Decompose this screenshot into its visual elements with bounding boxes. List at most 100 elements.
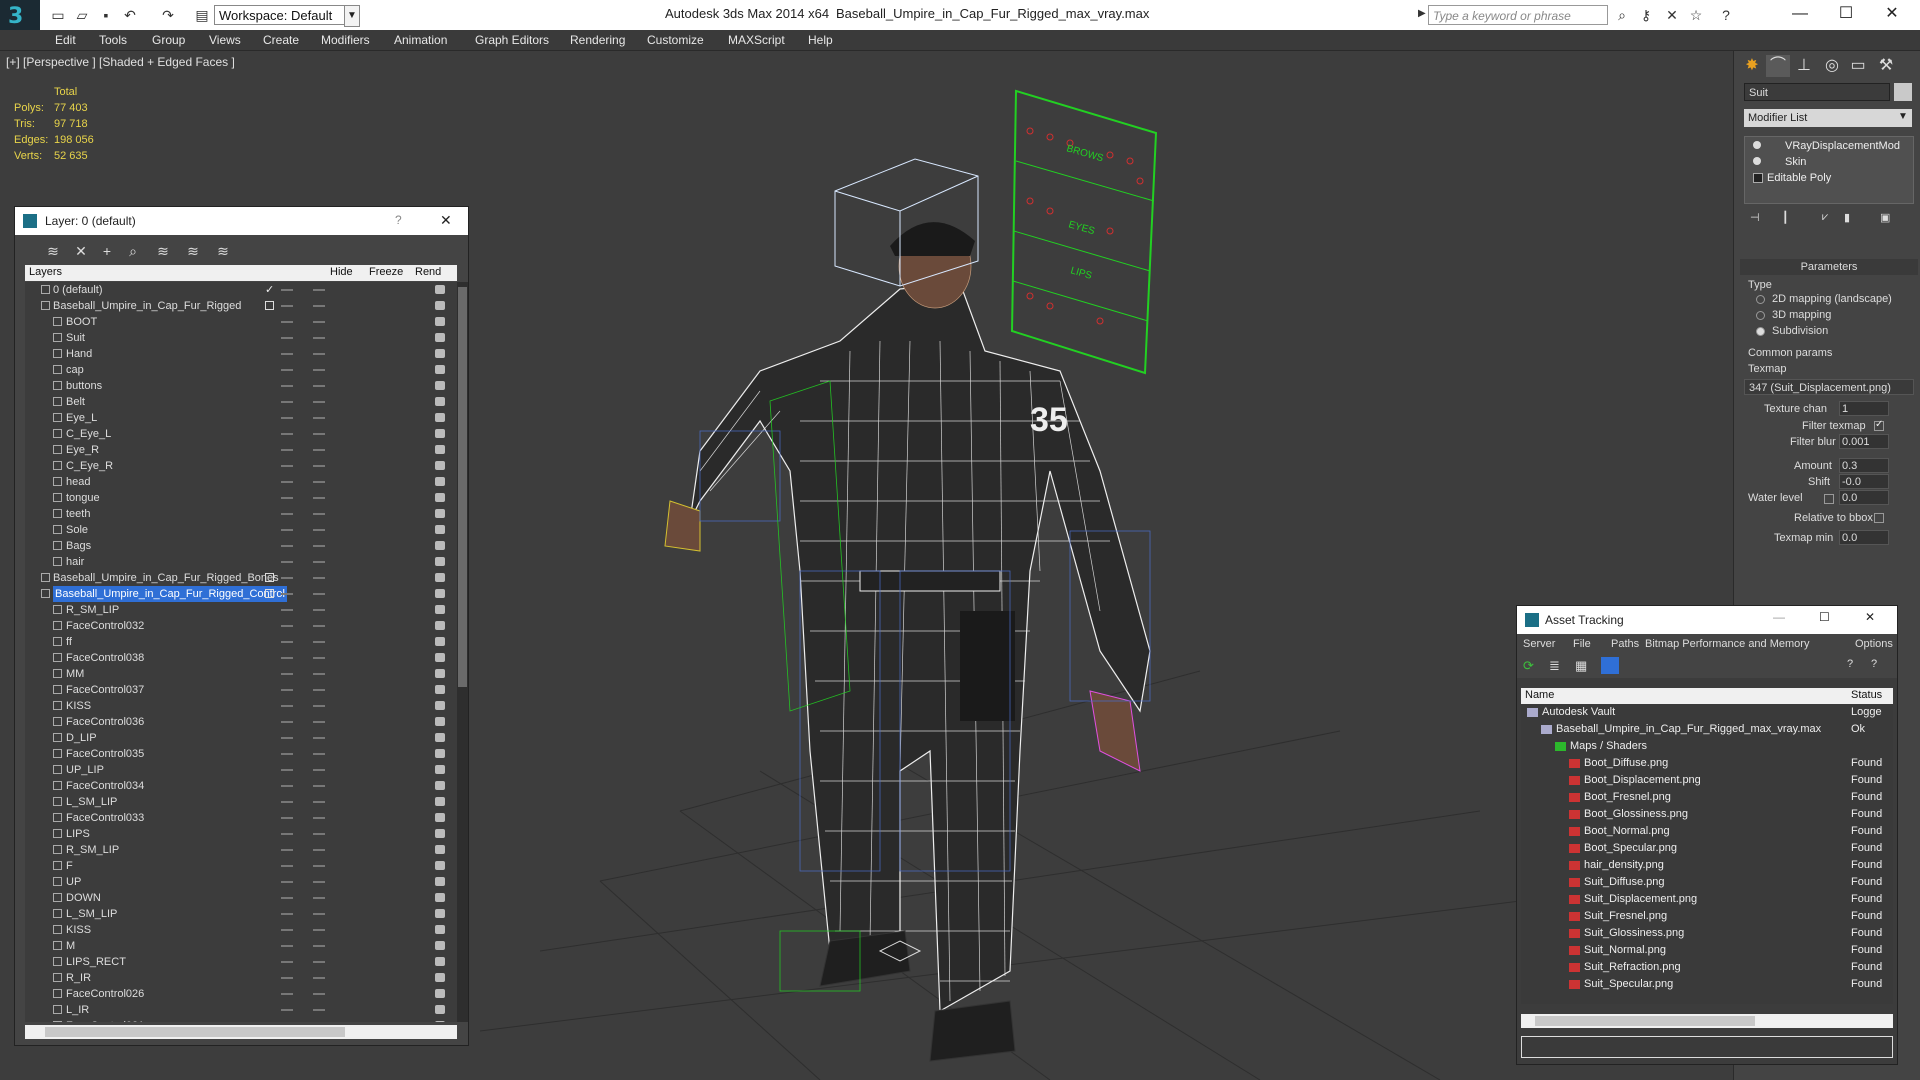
layer-explorer-window[interactable]: Layer: 0 (default) ? ✕ ≋ ✕ + ⌕ ≋ ≋ ≋ Lay…: [14, 206, 469, 1046]
layer-row[interactable]: UP: [25, 874, 445, 890]
render-teapot-icon[interactable]: [435, 541, 445, 550]
close-icon[interactable]: ✕: [1865, 610, 1875, 624]
layer-row[interactable]: FaceControl026: [25, 986, 445, 1002]
hide-toggle[interactable]: [281, 945, 293, 947]
water-level-spinner[interactable]: 0.0: [1839, 490, 1889, 505]
freeze-toggle[interactable]: [313, 977, 325, 979]
layer-row[interactable]: L_IR: [25, 1002, 445, 1018]
menu-group[interactable]: Group: [152, 33, 185, 47]
freeze-toggle[interactable]: [313, 833, 325, 835]
hide-toggle[interactable]: [281, 561, 293, 563]
binoculars-icon[interactable]: ⌕: [1614, 7, 1630, 23]
list-view-icon[interactable]: ≣: [1549, 658, 1560, 674]
layer-name[interactable]: BOOT: [66, 314, 97, 330]
asset-row[interactable]: Suit_Normal.png Found: [1521, 942, 1893, 959]
layer-name[interactable]: MM: [66, 666, 84, 682]
layer-name[interactable]: LIPS: [66, 826, 90, 842]
layer-row[interactable]: tongue: [25, 490, 445, 506]
layer-name[interactable]: M: [66, 938, 75, 954]
freeze-toggle[interactable]: [313, 305, 325, 307]
asset-row[interactable]: Suit_Fresnel.png Found: [1521, 908, 1893, 925]
menu-graph-editors[interactable]: Graph Editors: [475, 33, 549, 47]
menu-modifiers[interactable]: Modifiers: [321, 33, 370, 47]
layer-name[interactable]: 0 (default): [53, 282, 103, 298]
chevron-down-icon[interactable]: ▼: [1898, 111, 1908, 122]
freeze-toggle[interactable]: [313, 881, 325, 883]
hide-toggle[interactable]: [281, 817, 293, 819]
asset-row[interactable]: Autodesk Vault Logge: [1521, 704, 1893, 721]
remove-modifier-icon[interactable]: ▮: [1844, 211, 1850, 224]
layer-name[interactable]: hair: [66, 554, 84, 570]
menu-help[interactable]: Help: [808, 33, 833, 47]
help-icon[interactable]: ?: [1718, 7, 1734, 23]
minimize-icon[interactable]: —: [1780, 2, 1820, 26]
freeze-toggle[interactable]: [313, 641, 325, 643]
asset-row[interactable]: Boot_Diffuse.png Found: [1521, 755, 1893, 772]
minimize-icon[interactable]: —: [1773, 610, 1785, 624]
freeze-toggle[interactable]: [313, 961, 325, 963]
filter-texmap-checkbox[interactable]: ✓: [1874, 419, 1884, 431]
layer-name[interactable]: buttons: [66, 378, 102, 394]
asset-row[interactable]: hair_density.png Found: [1521, 857, 1893, 874]
layer-row[interactable]: Bags: [25, 538, 445, 554]
delete-layer-icon[interactable]: ✕: [71, 241, 91, 261]
layer-row[interactable]: FaceControl035: [25, 746, 445, 762]
layer-row[interactable]: buttons: [25, 378, 445, 394]
hide-toggle[interactable]: [281, 993, 293, 995]
hide-toggle[interactable]: [281, 769, 293, 771]
layer-name[interactable]: FaceControl037: [66, 682, 144, 698]
hide-toggle[interactable]: [281, 625, 293, 627]
asset-row[interactable]: Boot_Displacement.png Found: [1521, 772, 1893, 789]
help-context-icon[interactable]: ?: [1871, 658, 1877, 670]
render-teapot-icon[interactable]: [435, 301, 445, 310]
relative-bbox-checkbox[interactable]: [1874, 513, 1884, 523]
render-teapot-icon[interactable]: [435, 381, 445, 390]
lightbulb-icon[interactable]: [1753, 157, 1761, 165]
hide-toggle[interactable]: [281, 1009, 293, 1011]
freeze-toggle[interactable]: [313, 529, 325, 531]
layer-name[interactable]: FaceControl035: [66, 746, 144, 762]
freeze-toggle[interactable]: [313, 625, 325, 627]
freeze-toggle[interactable]: [313, 577, 325, 579]
freeze-toggle[interactable]: [313, 737, 325, 739]
freeze-toggle[interactable]: [313, 513, 325, 515]
hide-toggle[interactable]: [281, 545, 293, 547]
layer-name[interactable]: Belt: [66, 394, 85, 410]
parameters-rollout-header[interactable]: Parameters: [1740, 259, 1918, 275]
render-teapot-icon[interactable]: [435, 893, 445, 902]
render-teapot-icon[interactable]: [435, 621, 445, 630]
render-teapot-icon[interactable]: [435, 1005, 445, 1014]
render-teapot-icon[interactable]: [435, 1021, 445, 1022]
render-teapot-icon[interactable]: [435, 973, 445, 982]
make-unique-icon[interactable]: ⩗: [1822, 211, 1828, 224]
render-teapot-icon[interactable]: [435, 989, 445, 998]
layer-row[interactable]: R_IR: [25, 970, 445, 986]
freeze-toggle[interactable]: [313, 913, 325, 915]
freeze-toggle[interactable]: [313, 689, 325, 691]
hide-toggle[interactable]: [281, 705, 293, 707]
freeze-toggle[interactable]: [313, 321, 325, 323]
freeze-toggle[interactable]: [313, 897, 325, 899]
freeze-toggle[interactable]: [313, 433, 325, 435]
freeze-toggle[interactable]: [313, 657, 325, 659]
hide-toggle[interactable]: [281, 961, 293, 963]
hide-toggle[interactable]: [281, 913, 293, 915]
layer-row[interactable]: Eye_L: [25, 410, 445, 426]
render-teapot-icon[interactable]: [435, 733, 445, 742]
render-teapot-icon[interactable]: [435, 749, 445, 758]
layer-row[interactable]: R_SM_LIP: [25, 602, 445, 618]
render-teapot-icon[interactable]: [435, 397, 445, 406]
layer-row[interactable]: R_SM_LIP: [25, 842, 445, 858]
column-freeze[interactable]: Freeze: [369, 266, 403, 278]
layer-name[interactable]: R_SM_LIP: [66, 602, 119, 618]
freeze-toggle[interactable]: [313, 769, 325, 771]
hide-toggle[interactable]: [281, 401, 293, 403]
hide-toggle[interactable]: [281, 385, 293, 387]
favorites-star-icon[interactable]: ☆: [1688, 7, 1704, 23]
hide-toggle[interactable]: [281, 641, 293, 643]
freeze-all-icon[interactable]: ≋: [213, 241, 233, 261]
asset-window-titlebar[interactable]: Asset Tracking — ☐ ✕: [1517, 606, 1897, 634]
render-teapot-icon[interactable]: [435, 605, 445, 614]
layer-row[interactable]: KISS: [25, 922, 445, 938]
close-icon[interactable]: ✕: [1872, 2, 1912, 26]
